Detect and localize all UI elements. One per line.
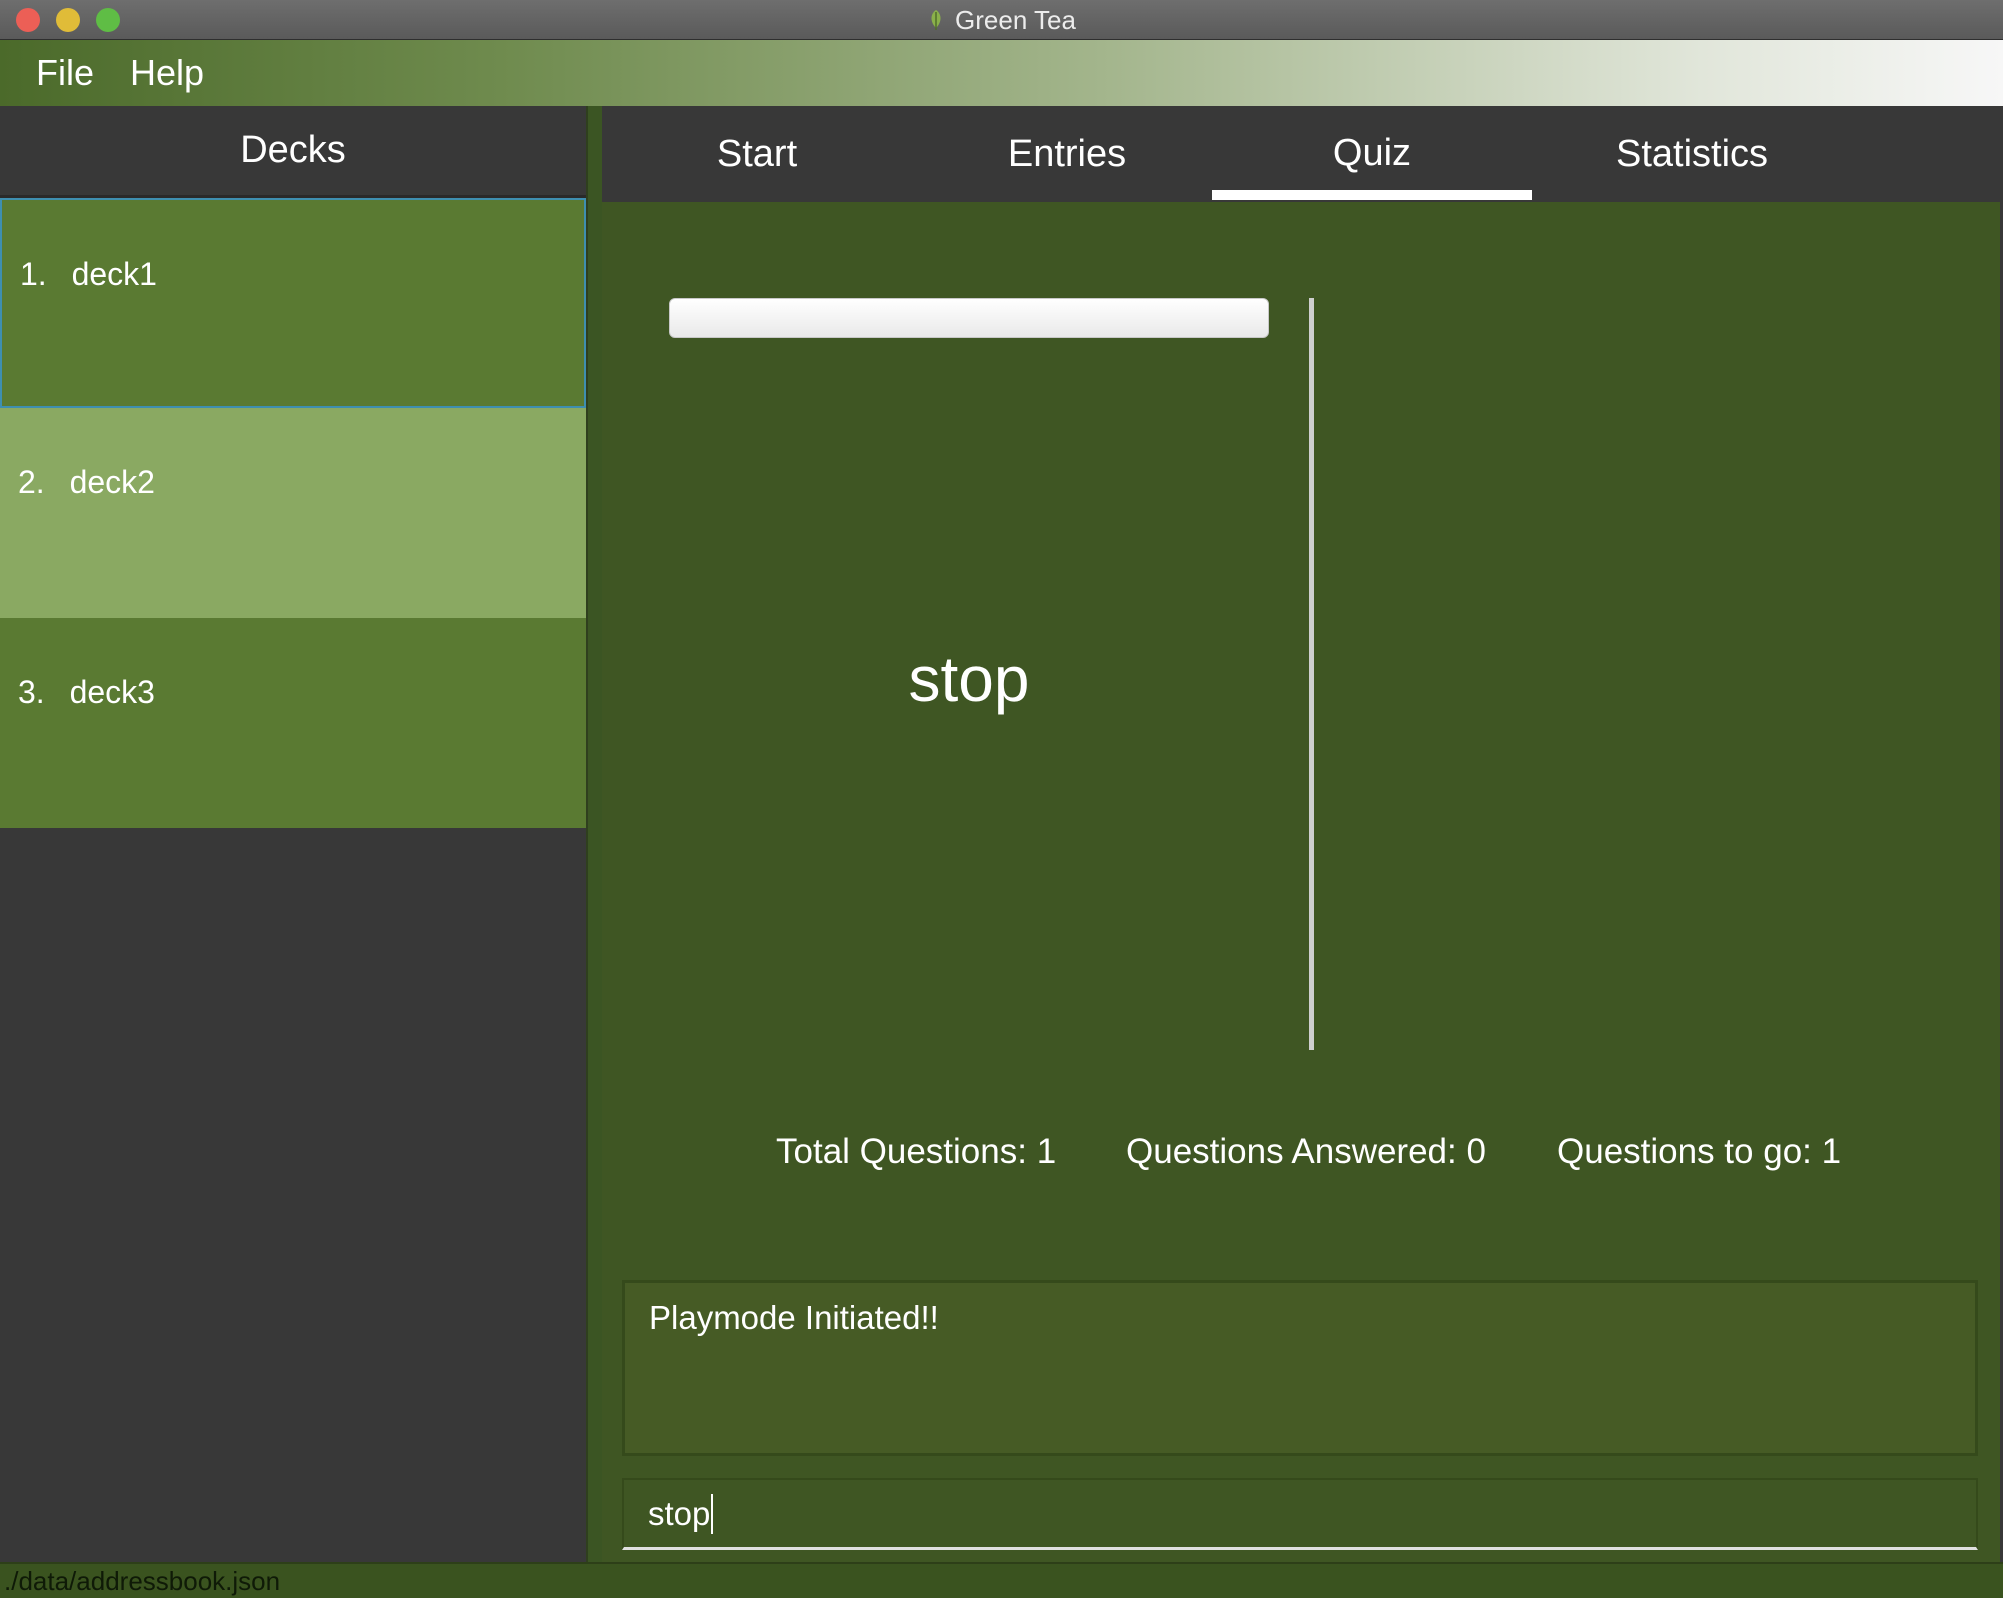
storage-path: ./data/addressbook.json bbox=[4, 1565, 281, 1596]
decks-header: Decks bbox=[0, 106, 586, 198]
title-bar: Green Tea bbox=[0, 0, 2003, 40]
deck-name: deck1 bbox=[71, 256, 157, 292]
questions-answered-label: Questions Answered: 0 bbox=[1126, 1132, 1486, 1171]
quiz-question: stop bbox=[908, 643, 1030, 715]
result-display: Playmode Initiated!! bbox=[622, 1280, 1978, 1456]
deck-number: 2. bbox=[18, 464, 45, 500]
quiz-divider bbox=[1309, 298, 1314, 1050]
active-tab-indicator bbox=[1212, 190, 1532, 200]
tab-statistics[interactable]: Statistics bbox=[1532, 106, 1852, 202]
app-window: Green Tea File Help Decks 1. deck1 2. de… bbox=[0, 0, 2003, 1598]
tab-entries[interactable]: Entries bbox=[942, 106, 1192, 202]
quiz-stats-row: Total Questions: 1 Questions Answered: 0… bbox=[602, 1132, 2000, 1182]
text-caret bbox=[711, 1493, 714, 1534]
deck-name: deck3 bbox=[69, 674, 155, 710]
tab-start[interactable]: Start bbox=[662, 106, 852, 202]
window-title: Green Tea bbox=[955, 4, 1076, 35]
questions-to-go-label: Questions to go: 1 bbox=[1557, 1132, 1842, 1171]
tab-bar: Start Entries Quiz Statistics bbox=[602, 106, 2000, 202]
menu-bar: File Help bbox=[0, 40, 2003, 106]
main-panel: Start Entries Quiz Statistics stop Total… bbox=[602, 106, 2000, 1562]
result-text: Playmode Initiated!! bbox=[649, 1299, 939, 1336]
deck-list-item-2[interactable]: 2. deck2 bbox=[0, 408, 586, 618]
panel-splitter[interactable] bbox=[586, 106, 602, 1562]
quiz-progress-bar bbox=[669, 298, 1269, 338]
tea-leaf-icon bbox=[927, 8, 945, 32]
total-questions-label: Total Questions: 1 bbox=[776, 1132, 1057, 1171]
deck-list-panel: Decks 1. deck1 2. deck2 3. deck3 bbox=[0, 106, 586, 1562]
deck-list-item-1[interactable]: 1. deck1 bbox=[0, 198, 586, 408]
quiz-area: stop Total Questions: 1 Questions Answer… bbox=[602, 202, 2000, 1268]
deck-list-item-3[interactable]: 3. deck3 bbox=[0, 618, 586, 828]
deck-number: 3. bbox=[18, 674, 45, 710]
deck-number: 1. bbox=[20, 256, 47, 292]
deck-name: deck2 bbox=[69, 464, 155, 500]
menu-help[interactable]: Help bbox=[130, 52, 204, 94]
command-input[interactable]: stop bbox=[622, 1478, 1978, 1550]
command-input-value: stop bbox=[648, 1494, 711, 1532]
tab-quiz[interactable]: Quiz bbox=[1212, 106, 1532, 202]
menu-file[interactable]: File bbox=[36, 52, 94, 94]
window-title-wrap: Green Tea bbox=[0, 0, 2003, 40]
status-bar: ./data/addressbook.json bbox=[0, 1562, 2003, 1598]
